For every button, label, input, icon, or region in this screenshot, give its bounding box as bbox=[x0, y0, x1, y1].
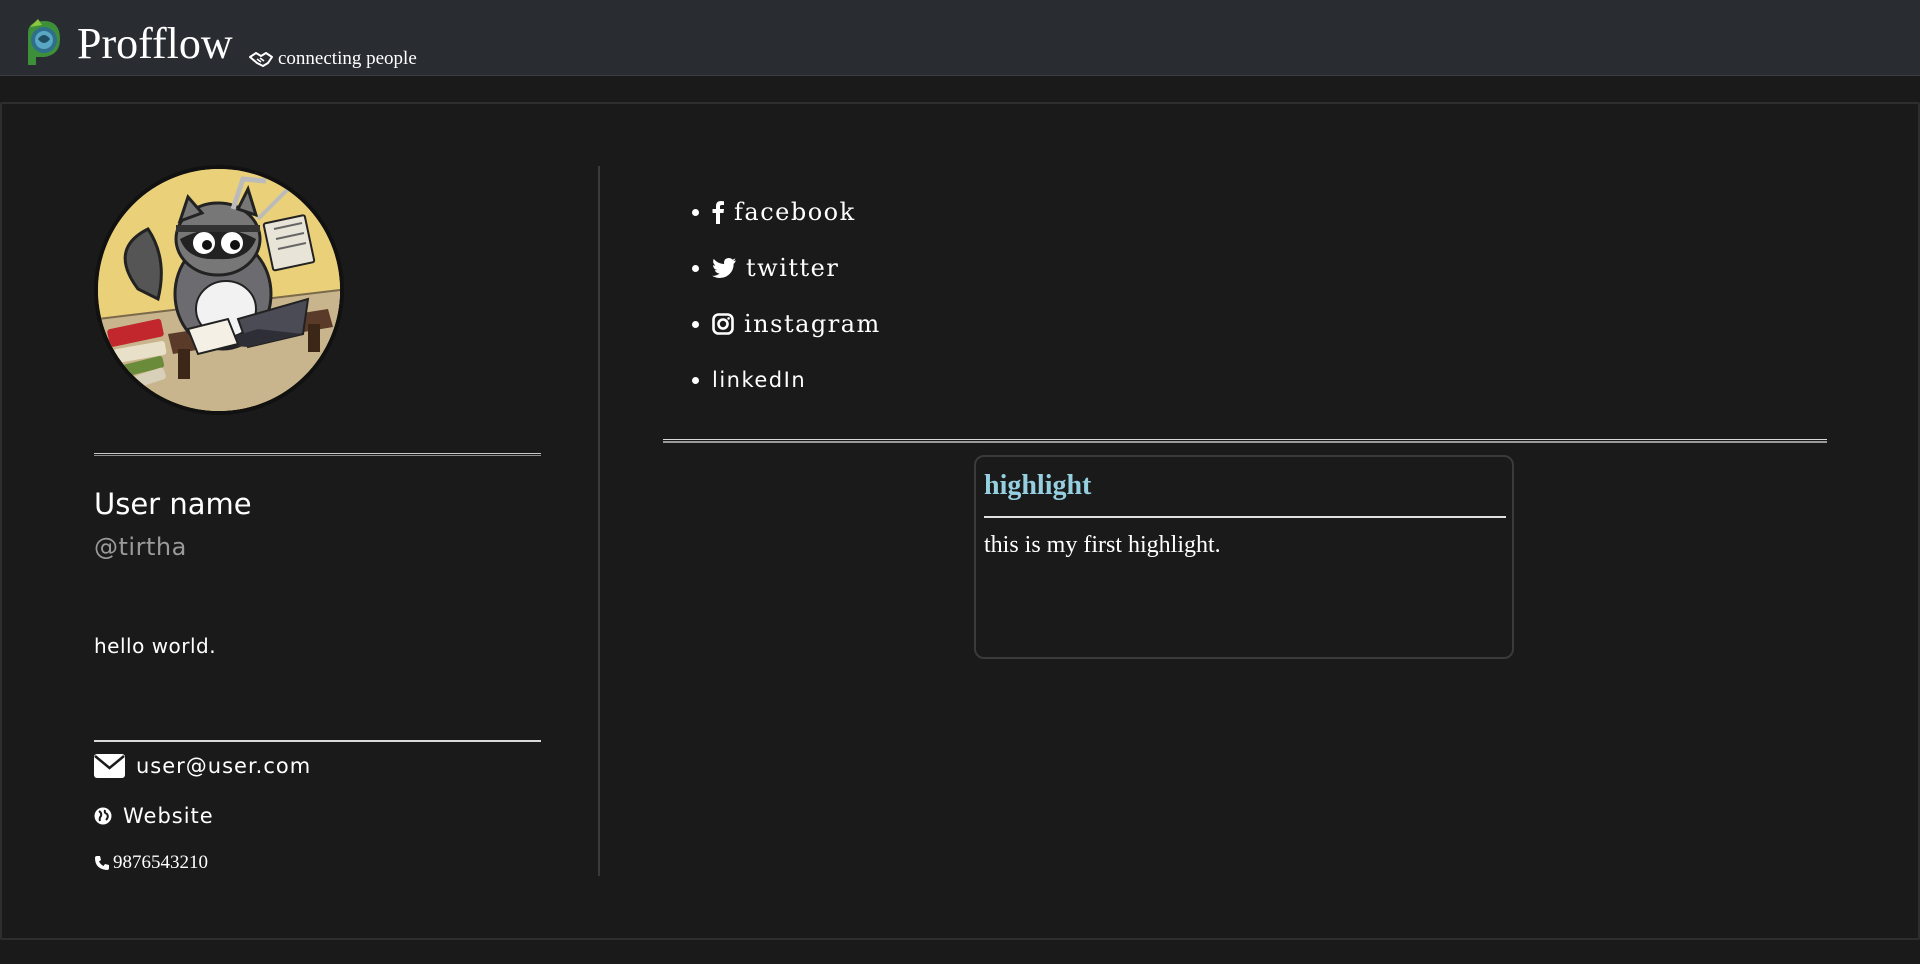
envelope-icon bbox=[94, 754, 125, 778]
user-bio: hello world. bbox=[94, 634, 217, 658]
phone-text[interactable]: 9876543210 bbox=[113, 852, 208, 874]
contact-divider bbox=[94, 740, 541, 742]
brand-name[interactable]: Profflow bbox=[77, 22, 233, 66]
user-name: User name bbox=[94, 487, 252, 521]
facebook-icon bbox=[712, 201, 724, 224]
social-links-list: facebook twitter instagram linkedIn bbox=[690, 184, 881, 408]
social-label-facebook[interactable]: facebook bbox=[734, 198, 856, 226]
column-divider bbox=[598, 166, 600, 876]
highlight-body: this is my first highlight. bbox=[984, 532, 1221, 558]
highlight-card: highlight this is my first highlight. bbox=[974, 455, 1514, 659]
top-navbar: Profflow connecting people bbox=[0, 0, 1920, 76]
social-item-linkedin[interactable]: linkedIn bbox=[690, 352, 881, 408]
twitter-icon bbox=[712, 258, 736, 278]
email-text[interactable]: user@user.com bbox=[136, 754, 311, 778]
instagram-icon bbox=[712, 313, 734, 335]
list-bullet bbox=[692, 208, 699, 216]
social-label-instagram[interactable]: instagram bbox=[744, 310, 881, 338]
tagline: connecting people bbox=[248, 48, 417, 70]
highlight-title: highlight bbox=[984, 470, 1092, 501]
social-label-twitter[interactable]: twitter bbox=[746, 254, 839, 282]
social-item-twitter[interactable]: twitter bbox=[690, 240, 881, 296]
email-contact[interactable]: user@user.com bbox=[94, 754, 311, 778]
profile-divider bbox=[94, 453, 541, 456]
phone-contact[interactable]: 9876543210 bbox=[94, 852, 208, 874]
profflow-logo-icon[interactable] bbox=[22, 17, 66, 67]
social-item-facebook[interactable]: facebook bbox=[690, 184, 881, 240]
raccoon-avatar-image bbox=[94, 165, 344, 415]
social-item-instagram[interactable]: instagram bbox=[690, 296, 881, 352]
highlight-rule bbox=[984, 516, 1506, 518]
handshake-icon bbox=[249, 52, 273, 67]
website-link[interactable]: Website bbox=[123, 804, 214, 828]
section-divider bbox=[663, 439, 1827, 443]
social-label-linkedin[interactable]: linkedIn bbox=[712, 368, 806, 392]
list-bullet bbox=[692, 264, 699, 272]
globe-icon bbox=[94, 807, 112, 825]
user-handle: @tirtha bbox=[94, 533, 187, 561]
list-bullet bbox=[692, 320, 699, 328]
phone-icon bbox=[95, 856, 109, 870]
website-contact[interactable]: Website bbox=[94, 804, 214, 828]
list-bullet bbox=[692, 376, 699, 384]
tagline-text: connecting people bbox=[278, 48, 417, 69]
